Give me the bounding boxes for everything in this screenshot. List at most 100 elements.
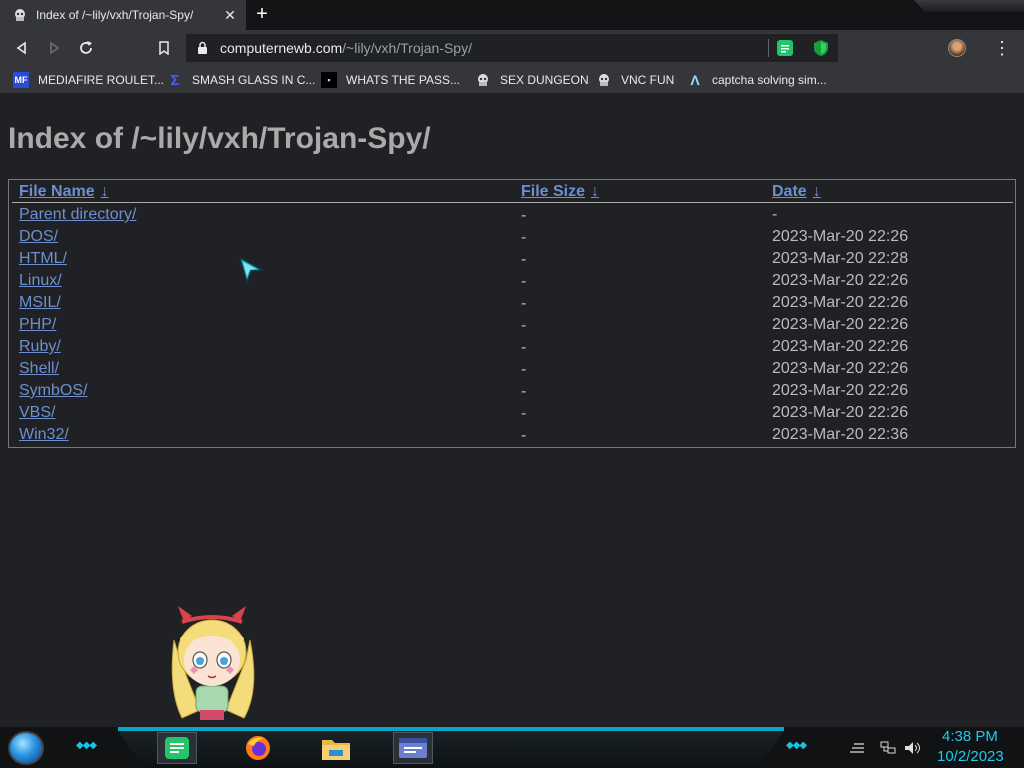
window-app-icon[interactable]: [393, 732, 433, 764]
table-row: HTML/ - 2023-Mar-20 22:28: [9, 248, 1015, 270]
profile-avatar[interactable]: [948, 39, 966, 57]
clock-time[interactable]: 4:38 PM: [942, 728, 998, 745]
tab-strip: Index of /~lily/vxh/Trojan-Spy/ ✕ +: [0, 0, 1024, 30]
file-size: -: [521, 427, 527, 444]
file-link[interactable]: DOS/: [19, 228, 58, 246]
column-header-date[interactable]: Date ↓: [772, 183, 821, 201]
file-explorer-icon[interactable]: [316, 732, 356, 764]
bookmark-captcha[interactable]: Λ captcha solving sim...: [687, 71, 827, 89]
file-link[interactable]: Win32/: [19, 426, 69, 444]
table-row: Parent directory/ - -: [9, 204, 1015, 226]
file-date: 2023-Mar-20 22:26: [772, 360, 909, 377]
column-header-file-name[interactable]: File Name ↓: [19, 183, 109, 201]
back-arrow-icon: [16, 41, 26, 55]
page-title: Index of /~lily/vxh/Trojan-Spy/: [8, 122, 431, 155]
tray-overflow-icon[interactable]: [848, 741, 866, 757]
column-header-file-size[interactable]: File Size ↓: [521, 183, 599, 201]
file-size: -: [521, 273, 527, 290]
table-row: Win32/ - 2023-Mar-20 22:36: [9, 424, 1015, 446]
volume-icon[interactable]: [904, 741, 922, 758]
bookmark-sex-dungeon[interactable]: SEX DUNGEON: [475, 71, 589, 89]
lock-icon: [198, 41, 207, 54]
notes-app-icon[interactable]: [157, 732, 197, 764]
table-row: Shell/ - 2023-Mar-20 22:26: [9, 358, 1015, 380]
file-date: 2023-Mar-20 22:26: [772, 382, 909, 399]
header-divider: [12, 202, 1013, 203]
bookmark-smash-glass[interactable]: Σ SMASH GLASS IN C...: [167, 71, 315, 89]
file-size: -: [521, 361, 527, 378]
start-button[interactable]: [8, 731, 44, 765]
file-link[interactable]: VBS/: [19, 404, 55, 422]
firefox-icon[interactable]: [238, 732, 278, 764]
table-row: MSIL/ - 2023-Mar-20 22:26: [9, 292, 1015, 314]
chevron-decor-icon: ◆◆◆: [786, 740, 807, 751]
network-icon[interactable]: [880, 741, 896, 758]
file-date: 2023-Mar-20 22:26: [772, 316, 909, 333]
back-button[interactable]: [11, 37, 33, 59]
shield-extension-icon[interactable]: [813, 39, 829, 57]
file-date: 2023-Mar-20 22:26: [772, 404, 909, 421]
vnc-icon: [596, 72, 612, 88]
bookmark-label: SMASH GLASS IN C...: [192, 73, 316, 87]
url-path: /~lily/vxh/Trojan-Spy/: [342, 40, 472, 56]
sex-dungeon-icon: [475, 72, 491, 88]
file-size: -: [521, 295, 527, 312]
url-text: computernewb.com/~lily/vxh/Trojan-Spy/: [220, 40, 472, 56]
bookmark-vnc-fun[interactable]: VNC FUN: [596, 71, 674, 89]
bookmark-label: captcha solving sim...: [712, 73, 827, 87]
cartoon-character-sticker: [171, 606, 255, 720]
url-host: computernewb.com: [220, 40, 343, 56]
page-content: Index of /~lily/vxh/Trojan-Spy/ File Nam…: [0, 95, 1024, 727]
column-header-label: Date: [772, 183, 807, 200]
bookmark-whats-the-pass[interactable]: ▪ WHATS THE PASS...: [321, 71, 460, 89]
reload-button[interactable]: [75, 37, 97, 59]
bookmark-label: WHATS THE PASS...: [346, 73, 461, 87]
browser-toolbar: computernewb.com/~lily/vxh/Trojan-Spy/ ⋮: [0, 30, 1024, 66]
table-row: SymbOS/ - 2023-Mar-20 22:26: [9, 380, 1015, 402]
browser-tab[interactable]: Index of /~lily/vxh/Trojan-Spy/ ✕: [0, 0, 246, 30]
bookmark-label: SEX DUNGEON: [500, 73, 589, 87]
file-link[interactable]: MSIL/: [19, 294, 61, 312]
sort-arrow-icon: ↓: [100, 183, 109, 200]
captcha-icon: Λ: [690, 72, 700, 88]
browser-menu-button[interactable]: ⋮: [992, 37, 1012, 59]
file-date: 2023-Mar-20 22:36: [772, 426, 909, 443]
address-bar[interactable]: computernewb.com/~lily/vxh/Trojan-Spy/: [186, 34, 838, 62]
pass-icon: ▪: [321, 72, 337, 88]
table-row: DOS/ - 2023-Mar-20 22:26: [9, 226, 1015, 248]
bookmark-label: MEDIAFIRE ROULET...: [38, 73, 165, 87]
file-link[interactable]: HTML/: [19, 250, 67, 268]
file-link[interactable]: Ruby/: [19, 338, 61, 356]
taskbar-accent-band: [118, 727, 784, 731]
bookmark-icon: [159, 41, 169, 55]
window-decoration: [914, 0, 1024, 12]
tab-close-icon[interactable]: ✕: [222, 7, 238, 23]
file-link[interactable]: Shell/: [19, 360, 59, 378]
sort-arrow-icon: ↓: [812, 183, 821, 200]
file-date: 2023-Mar-20 22:28: [772, 250, 909, 267]
file-date: 2023-Mar-20 22:26: [772, 228, 909, 245]
taskbar: ◆◆◆ ◆◆◆ 4:38 PM 10/2/2023: [0, 727, 1024, 768]
file-date: -: [772, 206, 778, 223]
table-row: PHP/ - 2023-Mar-20 22:26: [9, 314, 1015, 336]
new-tab-button[interactable]: +: [251, 4, 273, 26]
clock-date[interactable]: 10/2/2023: [937, 748, 1004, 765]
file-date: 2023-Mar-20 22:26: [772, 338, 909, 355]
forward-button[interactable]: [43, 37, 65, 59]
file-size: -: [521, 251, 527, 268]
chevron-decor-icon: ◆◆◆: [76, 740, 97, 751]
bookmark-button[interactable]: [153, 37, 175, 59]
omnibox-separator: [768, 39, 769, 57]
bookmark-mediafire[interactable]: MF MEDIAFIRE ROULET...: [13, 71, 164, 89]
file-link[interactable]: Parent directory/: [19, 206, 136, 224]
file-link[interactable]: Linux/: [19, 272, 62, 290]
file-link[interactable]: SymbOS/: [19, 382, 87, 400]
tab-title: Index of /~lily/vxh/Trojan-Spy/: [36, 8, 194, 22]
file-size: -: [521, 317, 527, 334]
file-date: 2023-Mar-20 22:26: [772, 294, 909, 311]
file-link[interactable]: PHP/: [19, 316, 56, 334]
file-size: -: [521, 339, 527, 356]
mouse-cursor-icon: [238, 256, 264, 284]
file-size: -: [521, 229, 527, 246]
notes-extension-icon[interactable]: [777, 40, 793, 56]
